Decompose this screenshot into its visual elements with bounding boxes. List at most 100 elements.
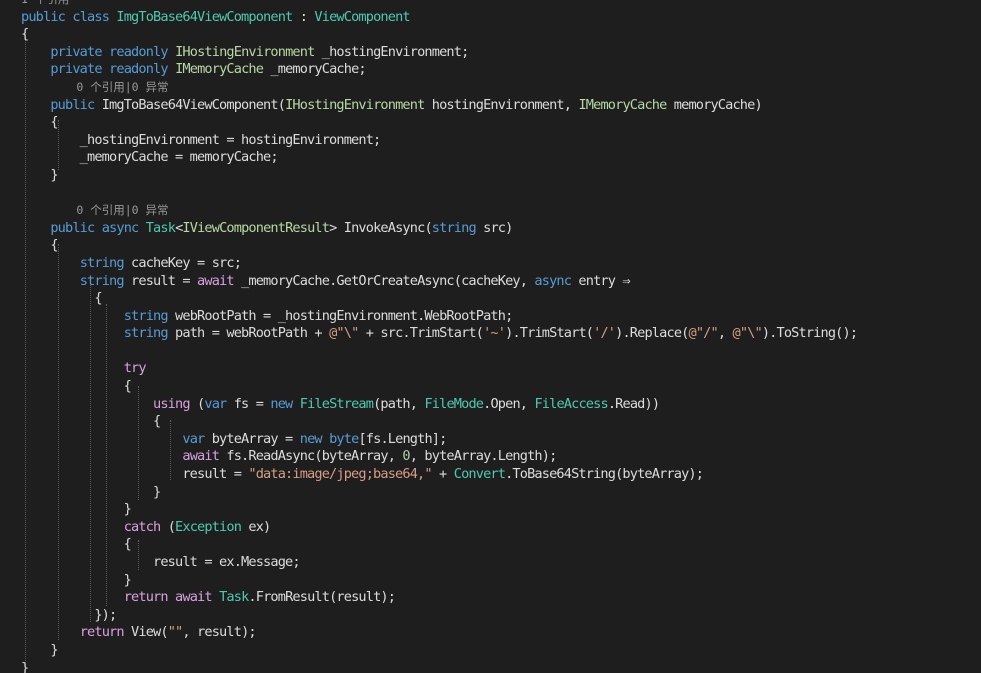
- code-token-plain: fs =: [226, 395, 271, 412]
- code-token-plain: (path,: [373, 395, 425, 412]
- code-token-plain: _hostingEnvironment;: [314, 43, 470, 60]
- code-token-ctl: try: [123, 360, 147, 377]
- code-token-plain: cacheKey = src;: [123, 254, 242, 271]
- code-line: {: [21, 536, 857, 554]
- code-token-plain: }: [21, 483, 161, 500]
- code-token-plain: , result);: [182, 624, 256, 641]
- code-token-kw: var: [204, 395, 227, 412]
- code-token-plain: .Read)): [607, 395, 660, 412]
- code-token-kw: var: [182, 430, 205, 447]
- code-token-kw: readonly: [109, 43, 169, 60]
- code-token-plain: result =: [123, 272, 198, 289]
- code-token-type: FileAccess: [534, 395, 608, 412]
- code-token-plain: {: [21, 114, 58, 131]
- code-token-plain: {: [21, 290, 102, 307]
- code-token-iface: IHostingEnvironment: [175, 43, 315, 60]
- code-token-iface: IHostingEnvironment: [285, 96, 425, 113]
- code-token-plain: +: [431, 466, 454, 483]
- code-token-ctl: await: [182, 448, 220, 465]
- code-token-kw: async: [101, 219, 140, 236]
- code-token-ctl: await: [175, 589, 213, 606]
- code-token-lens: 0 个引用|0 异常: [21, 203, 169, 218]
- code-line: string result = await _memoryCache.GetOr…: [21, 273, 857, 291]
- code-token-plain: (: [160, 518, 176, 535]
- code-line: {: [21, 237, 857, 255]
- code-line: await fs.ReadAsync(byteArray, 0, byteArr…: [21, 448, 857, 466]
- code-token-type: ImgToBase64ViewComponent: [116, 8, 293, 25]
- code-token-lens: 0 个引用|0 异常: [21, 79, 169, 94]
- code-token-str: @"\": [329, 325, 359, 342]
- code-line: catch (Exception ex): [21, 519, 857, 537]
- code-token-iface: IViewComponentResult: [182, 219, 330, 236]
- code-token-plain: .FromResult(result);: [248, 589, 396, 606]
- code-token-plain: {: [21, 26, 29, 43]
- code-token-plain: ).ToString();: [761, 325, 858, 342]
- code-token-plain: fs.ReadAsync(byteArray,: [219, 448, 403, 465]
- code-line: }: [21, 572, 857, 590]
- code-line: result = "data:image/jpeg;base64," + Con…: [21, 466, 857, 484]
- code-line: _hostingEnvironment = hostingEnvironment…: [21, 132, 857, 150]
- code-editor[interactable]: 1 个引用 public class ImgToBase64ViewCompone…: [0, 0, 981, 673]
- code-line: {: [21, 413, 857, 431]
- code-token-ctl: return: [79, 624, 125, 641]
- code-token-plain: }: [21, 641, 58, 658]
- code-token-type: FileMode: [424, 395, 484, 412]
- code-token-plain: > InvokeAsync(: [329, 219, 433, 236]
- code-token-plain: , byteArray.Length);: [409, 448, 558, 465]
- code-token-kw: private: [50, 43, 102, 60]
- codelens-hint[interactable]: 0 个引用|0 异常: [21, 79, 857, 97]
- code-token-plain: hostingEnvironment,: [424, 96, 579, 113]
- code-token-plain: result = ex.Message;: [21, 554, 301, 570]
- code-line: try: [21, 360, 857, 378]
- code-line: string path = webRootPath + @"\" + src.T…: [21, 325, 858, 343]
- codelens-hint[interactable]: 1 个引用: [21, 0, 857, 9]
- code-token-type: Convert: [453, 466, 506, 483]
- code-token-str: '~': [483, 325, 506, 342]
- code-token-plain: memoryCache): [666, 96, 763, 113]
- code-token-str: @"/": [688, 325, 718, 342]
- code-token-plain: result =: [21, 466, 249, 483]
- code-token-plain: ,: [717, 325, 733, 342]
- code-token-plain: }: [21, 166, 58, 183]
- code-line: return await Task.FromResult(result);: [21, 589, 857, 607]
- codelens-hint[interactable]: 0 个引用|0 异常: [21, 202, 857, 220]
- code-token-type: FileStream: [299, 395, 374, 412]
- code-token-plain: [fs.Length];: [358, 430, 447, 447]
- code-token-iface: IMemoryCache: [578, 96, 667, 113]
- code-line: }: [21, 167, 857, 185]
- code-token-ctl: catch: [123, 518, 162, 535]
- code-line: }: [21, 660, 857, 673]
- code-token-plain: :: [292, 8, 315, 25]
- code-token-type: Task: [145, 219, 176, 236]
- code-line: public async Task<IViewComponentResult> …: [21, 220, 857, 238]
- code-token-kw: string: [123, 307, 169, 324]
- code-token-kw: async: [534, 272, 572, 289]
- code-token-kw: private: [50, 61, 102, 78]
- code-token-plain: .ToBase64String(byteArray);: [505, 466, 704, 483]
- code-lines[interactable]: 1 个引用 public class ImgToBase64ViewCompone…: [21, 0, 858, 673]
- code-token-plain: webRootPath = _hostingEnvironment.WebRoo…: [167, 307, 513, 324]
- code-token-type: Exception: [175, 518, 242, 535]
- code-token-plain: });: [21, 606, 117, 623]
- code-token-plain: }: [21, 571, 132, 588]
- code-token-str: @"\": [732, 325, 763, 342]
- code-token-plain: .Open,: [483, 395, 535, 412]
- code-token-plain: {: [21, 413, 161, 430]
- code-token-plain: src): [475, 219, 513, 236]
